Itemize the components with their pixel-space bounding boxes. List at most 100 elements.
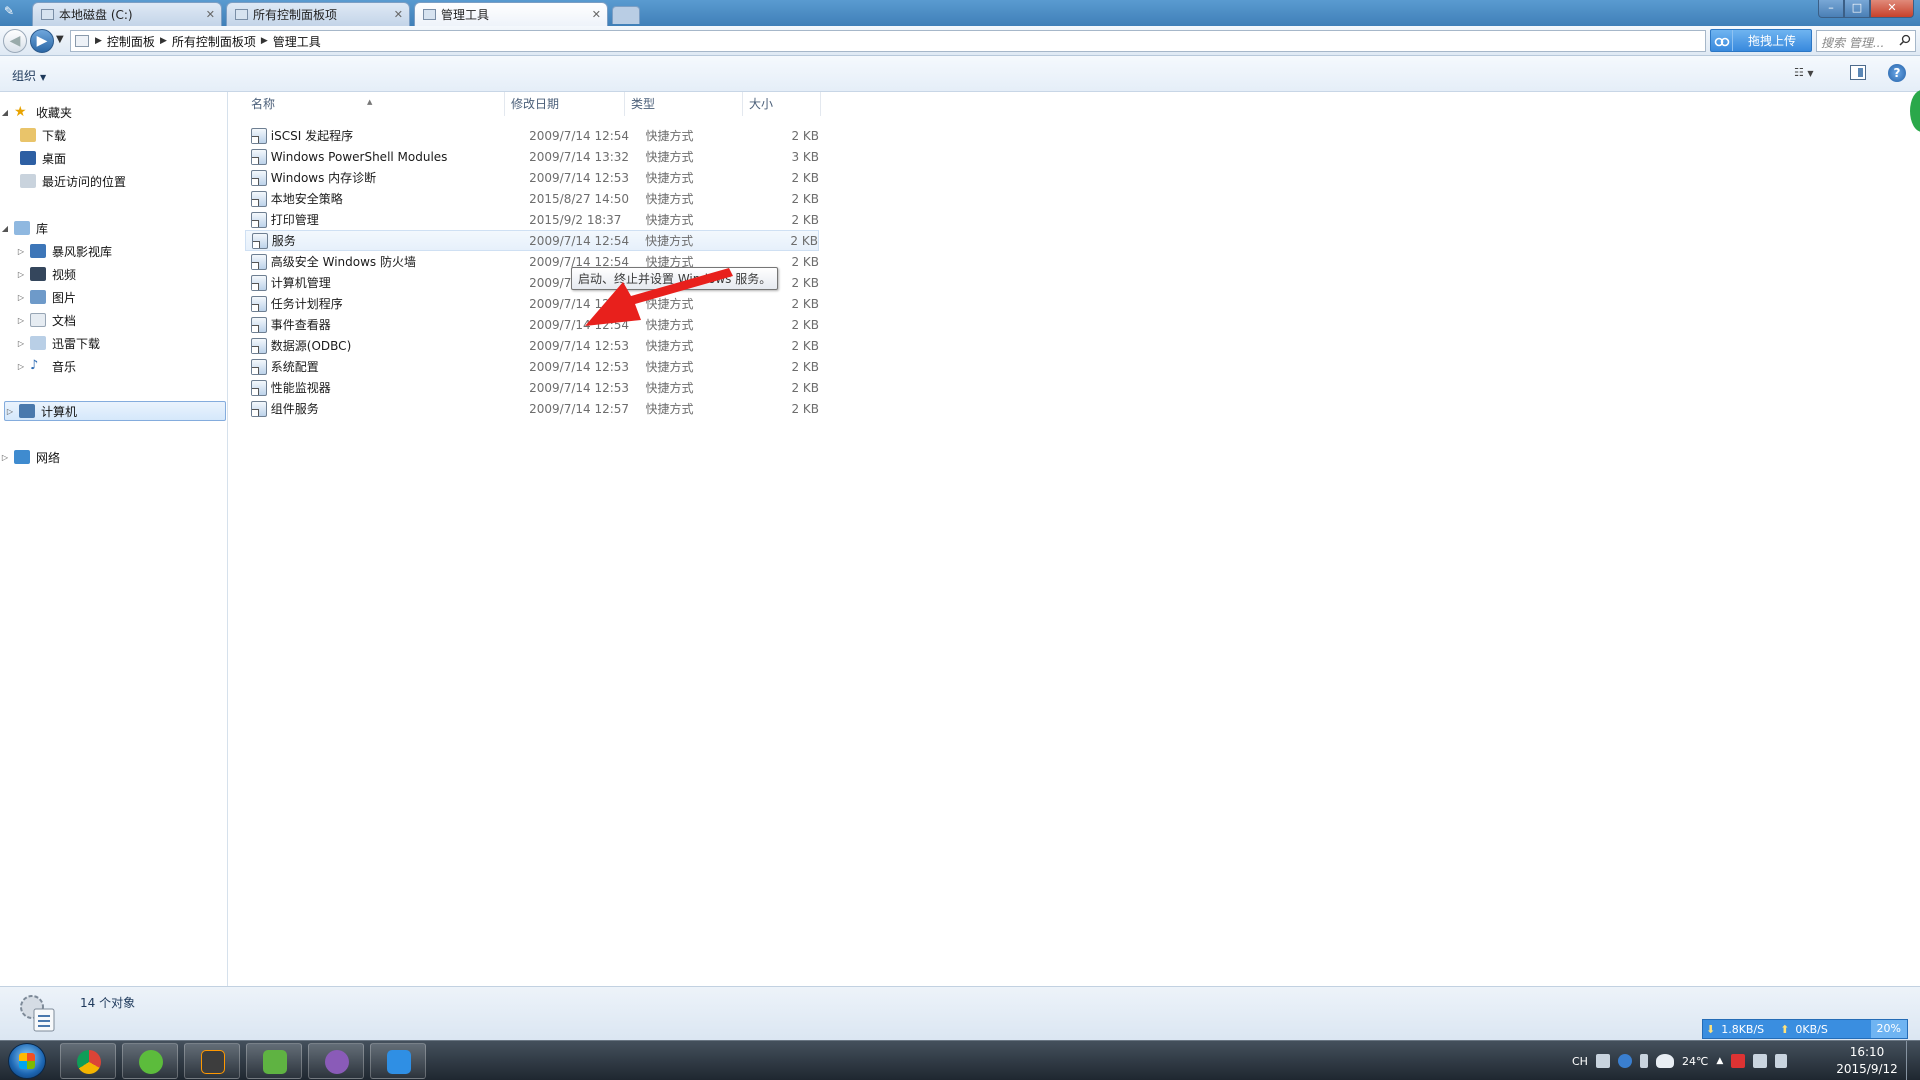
maximize-button[interactable]: □: [1844, 0, 1870, 18]
file-row[interactable]: Windows PowerShell Modules 2009/7/14 13:3…: [245, 146, 819, 167]
file-row[interactable]: 打印管理 2015/9/2 18:37 快捷方式 2 KB: [245, 209, 819, 230]
file-name: 计算机管理: [270, 276, 331, 290]
upload-arrow-icon: ⬆: [1780, 1022, 1790, 1036]
column-header-name[interactable]: 名称 ▲: [245, 92, 505, 116]
nav-recent-places[interactable]: 最近访问的位置: [16, 171, 244, 191]
clock[interactable]: 16:10 2015/9/12: [1830, 1044, 1904, 1078]
collapse-icon[interactable]: ◢: [0, 108, 10, 117]
forward-button[interactable]: ▶: [30, 29, 54, 53]
nav-label: 音乐: [52, 359, 77, 374]
file-name: 服务: [271, 234, 296, 248]
breadcrumb-all-items[interactable]: 所有控制面板项: [167, 33, 261, 50]
network-speed-widget[interactable]: ⬇ 1.8KB/S ⬆ 0KB/S 20%: [1702, 1019, 1908, 1039]
computer-icon: [19, 404, 35, 418]
nav-music[interactable]: ▷ ♪ 音乐: [16, 356, 244, 376]
column-header-type[interactable]: 类型: [625, 92, 743, 116]
taskbar-sublime[interactable]: [184, 1043, 240, 1079]
library-icon: [14, 221, 30, 235]
tab-control-panel[interactable]: 所有控制面板项 ✕: [226, 2, 410, 26]
taskbar-chrome[interactable]: [60, 1043, 116, 1079]
weather-cloud-icon[interactable]: [1655, 1054, 1674, 1068]
nav-videos[interactable]: ▷ 视频: [16, 264, 244, 284]
file-row[interactable]: 数据源(ODBC) 2009/7/14 12:53 快捷方式 2 KB: [245, 335, 819, 356]
tab-close-icon[interactable]: ✕: [394, 3, 403, 27]
file-row[interactable]: 系统配置 2009/7/14 12:53 快捷方式 2 KB: [245, 356, 819, 377]
nav-label: 计算机: [41, 404, 78, 419]
expand-icon[interactable]: ▷: [5, 407, 15, 416]
nav-pictures[interactable]: ▷ 图片: [16, 287, 244, 307]
help-icon[interactable]: [1617, 1054, 1632, 1068]
input-language[interactable]: CH: [1572, 1055, 1588, 1068]
column-header-size[interactable]: 大小: [743, 92, 821, 116]
drag-upload-button[interactable]: 拖拽上传: [1710, 29, 1812, 52]
action-center-flag-icon[interactable]: [1731, 1054, 1746, 1068]
expand-icon[interactable]: ▷: [0, 453, 10, 462]
back-button[interactable]: ◀: [3, 29, 27, 53]
tools-icon[interactable]: ✎: [4, 4, 22, 22]
search-input[interactable]: 搜索 管理...: [1816, 30, 1916, 52]
nav-storm-library[interactable]: ▷ 暴风影视库: [16, 241, 244, 261]
expand-icon[interactable]: ▷: [16, 339, 26, 348]
breadcrumb-control-panel[interactable]: 控制面板: [102, 33, 160, 50]
expand-icon[interactable]: ▷: [16, 362, 26, 371]
tab-local-disk[interactable]: 本地磁盘 (C:) ✕: [32, 2, 222, 26]
file-row[interactable]: 性能监视器 2009/7/14 12:53 快捷方式 2 KB: [245, 377, 819, 398]
organize-menu[interactable]: 组织 ▼: [12, 67, 46, 84]
close-button[interactable]: ✕: [1870, 0, 1914, 18]
nav-thunder-downloads[interactable]: ▷ 迅雷下载: [16, 333, 244, 353]
file-row[interactable]: 本地安全策略 2015/8/27 14:50 快捷方式 2 KB: [245, 188, 819, 209]
column-label: 大小: [749, 97, 774, 111]
nav-downloads[interactable]: 下载: [16, 125, 244, 145]
nav-libraries[interactable]: ◢ 库: [0, 218, 228, 238]
nav-label: 暴风影视库: [52, 244, 113, 259]
tab-admin-tools[interactable]: 管理工具 ✕: [414, 2, 608, 26]
new-tab-button[interactable]: [612, 6, 640, 24]
status-bar: 14 个对象 ⬇ 1.8KB/S ⬆ 0KB/S 20%: [0, 986, 1920, 1040]
chevron-right-icon[interactable]: ▶: [160, 36, 167, 46]
change-view-button[interactable]: ☷ ▼: [1794, 66, 1830, 82]
collapse-icon[interactable]: ◢: [0, 224, 10, 233]
taskbar-clover[interactable]: [122, 1043, 178, 1079]
nav-favorites[interactable]: ◢ ★ 收藏夹: [0, 102, 228, 122]
tab-close-icon[interactable]: ✕: [206, 3, 215, 27]
nav-computer[interactable]: ▷ 计算机: [4, 401, 226, 421]
file-row[interactable]: 服务 2009/7/14 12:54 快捷方式 2 KB: [245, 230, 819, 251]
breadcrumb-admin-tools[interactable]: 管理工具: [268, 33, 326, 50]
network-icon[interactable]: [1753, 1054, 1768, 1068]
address-box[interactable]: ▶ 控制面板 ▶ 所有控制面板项 ▶ 管理工具: [70, 30, 1706, 52]
recent-places-icon: [20, 174, 36, 188]
file-name: 数据源(ODBC): [270, 339, 352, 353]
address-bar: ◀ ▶ ▼ ▶ 控制面板 ▶ 所有控制面板项 ▶ 管理工具 拖拽上传 搜索 管理…: [0, 26, 1920, 56]
column-header-date[interactable]: 修改日期: [505, 92, 625, 116]
expand-icon[interactable]: ▷: [16, 270, 26, 279]
tab-close-icon[interactable]: ✕: [592, 3, 601, 27]
start-button[interactable]: [8, 1043, 46, 1079]
nav-documents[interactable]: ▷ 文档: [16, 310, 244, 330]
nav-desktop[interactable]: 桌面: [16, 148, 244, 168]
taskbar-evernote[interactable]: [246, 1043, 302, 1079]
expand-icon[interactable]: ▷: [16, 293, 26, 302]
search-icon[interactable]: [1899, 34, 1911, 46]
file-row[interactable]: Windows 内存诊断 2009/7/14 12:53 快捷方式 2 KB: [245, 167, 819, 188]
preview-pane-button[interactable]: [1850, 65, 1866, 80]
file-date: 2009/7/14 12:53: [529, 380, 630, 395]
recent-pages-dropdown-icon[interactable]: ▼: [56, 34, 64, 45]
nav-network[interactable]: ▷ 网络: [0, 447, 228, 467]
shortcut-icon: [252, 232, 268, 249]
help-icon[interactable]: ?: [1888, 64, 1906, 82]
expand-icon[interactable]: ▷: [16, 316, 26, 325]
expand-icon[interactable]: ▷: [16, 247, 26, 256]
file-row[interactable]: iSCSI 发起程序 2009/7/14 12:54 快捷方式 2 KB: [245, 125, 819, 146]
taskbar-baidu-cloud[interactable]: [370, 1043, 426, 1079]
file-row[interactable]: 组件服务 2009/7/14 12:57 快捷方式 2 KB: [245, 398, 819, 419]
chevron-right-icon[interactable]: ▶: [261, 36, 268, 46]
chevron-up-icon[interactable]: ▲: [1716, 1056, 1723, 1066]
show-desktop-button[interactable]: [1906, 1041, 1920, 1080]
keyboard-icon[interactable]: [1595, 1054, 1610, 1068]
volume-icon[interactable]: [1775, 1054, 1788, 1068]
minimize-button[interactable]: –: [1818, 0, 1844, 18]
taskbar-github[interactable]: [308, 1043, 364, 1079]
chevron-right-icon[interactable]: ▶: [95, 36, 102, 46]
settings-icon[interactable]: [1639, 1054, 1648, 1068]
shortcut-icon: [251, 190, 267, 207]
